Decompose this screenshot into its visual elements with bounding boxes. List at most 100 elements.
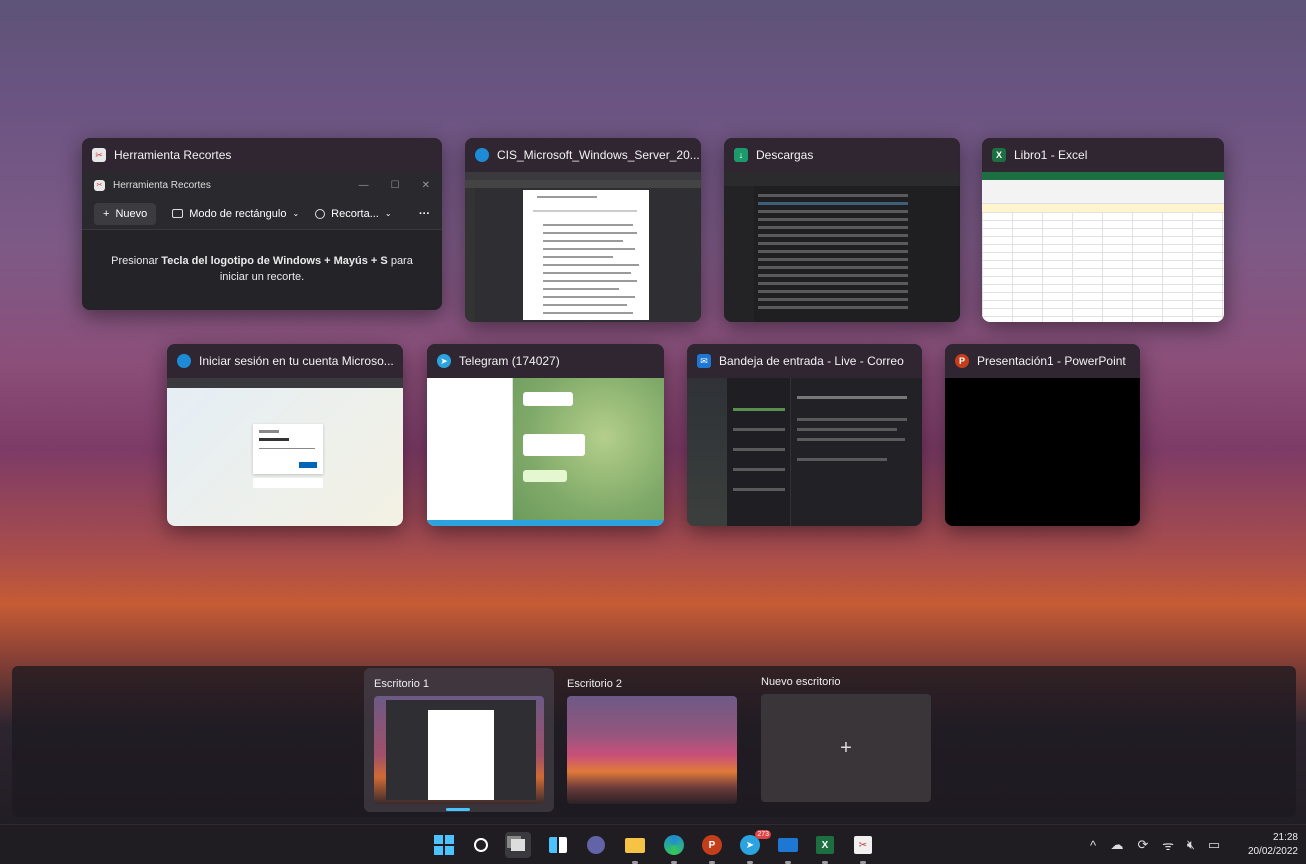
file-explorer-icon[interactable] xyxy=(622,832,648,858)
battery-icon[interactable]: ▭ xyxy=(1202,837,1226,853)
window-title-bar: Iniciar sesión en tu cuenta Microso... xyxy=(167,344,403,378)
task-view-icon[interactable] xyxy=(505,832,531,858)
onedrive-icon[interactable]: ☁ xyxy=(1104,837,1130,853)
window-title: Herramienta Recortes xyxy=(114,148,232,162)
snip-title-bar: ✂ Herramienta Recortes — ☐ ✕ xyxy=(82,172,442,198)
window-preview xyxy=(687,378,922,526)
window-excel[interactable]: X Libro1 - Excel xyxy=(982,138,1224,322)
window-title: CIS_Microsoft_Windows_Server_20... xyxy=(497,148,700,162)
snipping-tool-icon: ✂ xyxy=(92,148,106,162)
more-options-icon: ··· xyxy=(419,207,430,220)
chevron-down-icon: ⌄ xyxy=(292,209,300,218)
snipping-tool-icon: ✂ xyxy=(94,179,105,191)
new-snip-label: Nuevo xyxy=(115,207,148,220)
search-icon[interactable] xyxy=(468,832,494,858)
new-snip-button: + Nuevo xyxy=(94,202,157,225)
powerpoint-icon: P xyxy=(955,354,969,368)
sync-icon[interactable]: ⟳ xyxy=(1130,837,1156,853)
start-icon[interactable] xyxy=(431,832,457,858)
clock[interactable]: 21:28 20/02/2022 xyxy=(1248,831,1298,859)
active-desktop-indicator xyxy=(446,808,470,811)
window-title: Descargas xyxy=(756,148,814,162)
excel-icon[interactable]: X xyxy=(812,832,838,858)
window-telegram[interactable]: ➤ Telegram (174027) xyxy=(427,344,664,526)
window-title-bar: ➤ Telegram (174027) xyxy=(427,344,664,378)
excel-icon: X xyxy=(992,148,1006,162)
login-card xyxy=(253,424,323,474)
snip-hint-shortcut: Tecla del logotipo de Windows + Mayús + … xyxy=(161,255,388,268)
minimize-icon: — xyxy=(358,179,369,191)
downloads-folder-icon: ↓ xyxy=(734,148,748,162)
window-preview: ✂ Herramienta Recortes — ☐ ✕ + Nuevo Mod… xyxy=(82,172,442,310)
snip-mode-label: Modo de rectángulo xyxy=(189,207,287,220)
widgets-icon[interactable] xyxy=(545,832,571,858)
mail-icon: ✉ xyxy=(697,354,711,368)
window-preview xyxy=(982,172,1224,322)
taskbar: P ➤ 273 X ✂ ^ ☁ ⟳ ᯤ 🔇︎ ▭ 21:28 20/02/202… xyxy=(0,824,1306,864)
snip-toolbar: + Nuevo Modo de rectángulo ⌄ Recorta... … xyxy=(82,198,442,230)
window-snipping-tool[interactable]: ✂ Herramienta Recortes ✂ Herramienta Rec… xyxy=(82,138,442,310)
teams-chat-icon[interactable] xyxy=(583,832,609,858)
snip-hint-prefix: Presionar xyxy=(111,255,162,268)
window-file-explorer[interactable]: ↓ Descargas xyxy=(724,138,960,322)
window-preview xyxy=(945,378,1140,526)
window-title-bar: ✂ Herramienta Recortes xyxy=(82,138,442,172)
rectangle-icon xyxy=(172,209,184,218)
window-preview xyxy=(427,378,664,526)
window-powerpoint[interactable]: P Presentación1 - PowerPoint xyxy=(945,344,1140,526)
powerpoint-icon[interactable]: P xyxy=(699,832,725,858)
close-icon: ✕ xyxy=(421,179,430,191)
clock-time: 21:28 xyxy=(1272,832,1298,843)
window-preview xyxy=(465,172,701,322)
pdf-page xyxy=(523,190,649,320)
clock-icon xyxy=(315,208,326,219)
plus-icon: + xyxy=(103,207,110,220)
volume-muted-icon[interactable]: 🔇︎ xyxy=(1180,837,1202,853)
window-title: Bandeja de entrada - Live - Correo xyxy=(719,354,904,368)
virtual-desktops-bar: Escritorio 1 Escritorio 2 Nuevo escritor… xyxy=(12,666,1296,817)
maximize-icon: ☐ xyxy=(390,179,400,191)
window-title-bar: X Libro1 - Excel xyxy=(982,138,1224,172)
window-title: Iniciar sesión en tu cuenta Microso... xyxy=(199,354,394,368)
window-title: Libro1 - Excel xyxy=(1014,148,1088,162)
edge-icon xyxy=(177,354,191,368)
window-title: Telegram (174027) xyxy=(459,354,560,368)
wifi-icon[interactable]: ᯤ xyxy=(1156,836,1180,854)
window-title-bar: ↓ Descargas xyxy=(724,138,960,172)
snip-mode-dropdown: Modo de rectángulo ⌄ xyxy=(172,208,299,220)
desktop-label: Escritorio 2 xyxy=(567,678,623,690)
snip-inner-title: Herramienta Recortes xyxy=(113,179,211,191)
system-tray: ^ ☁ ⟳ ᯤ 🔇︎ ▭ xyxy=(1082,825,1226,864)
clock-date: 20/02/2022 xyxy=(1247,846,1298,857)
desktop-label: Escritorio 1 xyxy=(374,678,430,690)
new-desktop-label: Nuevo escritorio xyxy=(761,676,841,688)
desktop-preview xyxy=(567,696,737,804)
desktop-1[interactable]: Escritorio 1 xyxy=(364,668,554,812)
telegram-icon[interactable]: ➤ 273 xyxy=(737,830,771,858)
window-controls: — ☐ ✕ xyxy=(359,180,430,191)
show-hidden-icons-chevron[interactable]: ^ xyxy=(1082,838,1104,853)
edge-icon xyxy=(475,148,489,162)
window-preview xyxy=(724,172,960,322)
window-title-bar: ✉ Bandeja de entrada - Live - Correo xyxy=(687,344,922,378)
snip-delay-label: Recorta... xyxy=(331,207,379,220)
window-title-bar: P Presentación1 - PowerPoint xyxy=(945,344,1140,378)
chevron-down-icon: ⌄ xyxy=(384,209,392,218)
snip-delay-dropdown: Recorta... ⌄ xyxy=(315,207,392,220)
new-desktop[interactable]: Nuevo escritorio + xyxy=(761,676,936,808)
snip-hint: Presionar Tecla del logotipo de Windows … xyxy=(82,230,442,310)
telegram-icon: ➤ xyxy=(437,354,451,368)
notification-badge: 273 xyxy=(755,830,771,839)
window-edge-pdf[interactable]: CIS_Microsoft_Windows_Server_20... xyxy=(465,138,701,322)
edge-icon[interactable] xyxy=(661,832,687,858)
window-mail[interactable]: ✉ Bandeja de entrada - Live - Correo xyxy=(687,344,922,526)
add-desktop-icon[interactable]: + xyxy=(761,694,931,802)
snipping-tool-icon[interactable]: ✂ xyxy=(850,832,876,858)
window-edge-login[interactable]: Iniciar sesión en tu cuenta Microso... xyxy=(167,344,403,526)
desktop-preview xyxy=(374,696,544,804)
window-title-bar: CIS_Microsoft_Windows_Server_20... xyxy=(465,138,701,172)
desktop-2[interactable]: Escritorio 2 xyxy=(567,678,742,810)
window-title: Presentación1 - PowerPoint xyxy=(977,354,1126,368)
window-preview xyxy=(167,378,403,526)
mail-icon[interactable] xyxy=(775,832,801,858)
